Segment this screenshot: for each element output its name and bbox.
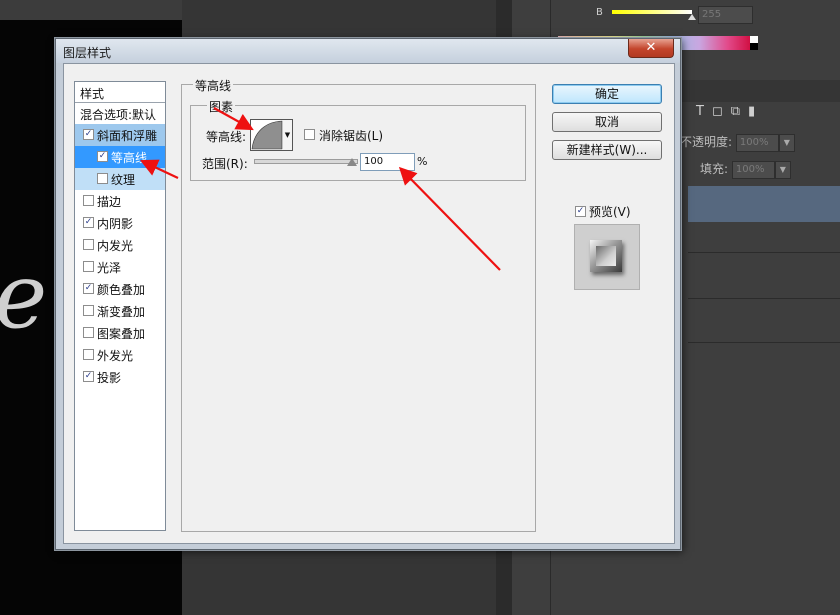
annotation-arrows: [140, 107, 501, 271]
arrow-to-contour-item: [140, 159, 179, 179]
arrow-to-range-input: [398, 166, 501, 271]
arrow-to-contour-picker: [213, 107, 254, 131]
